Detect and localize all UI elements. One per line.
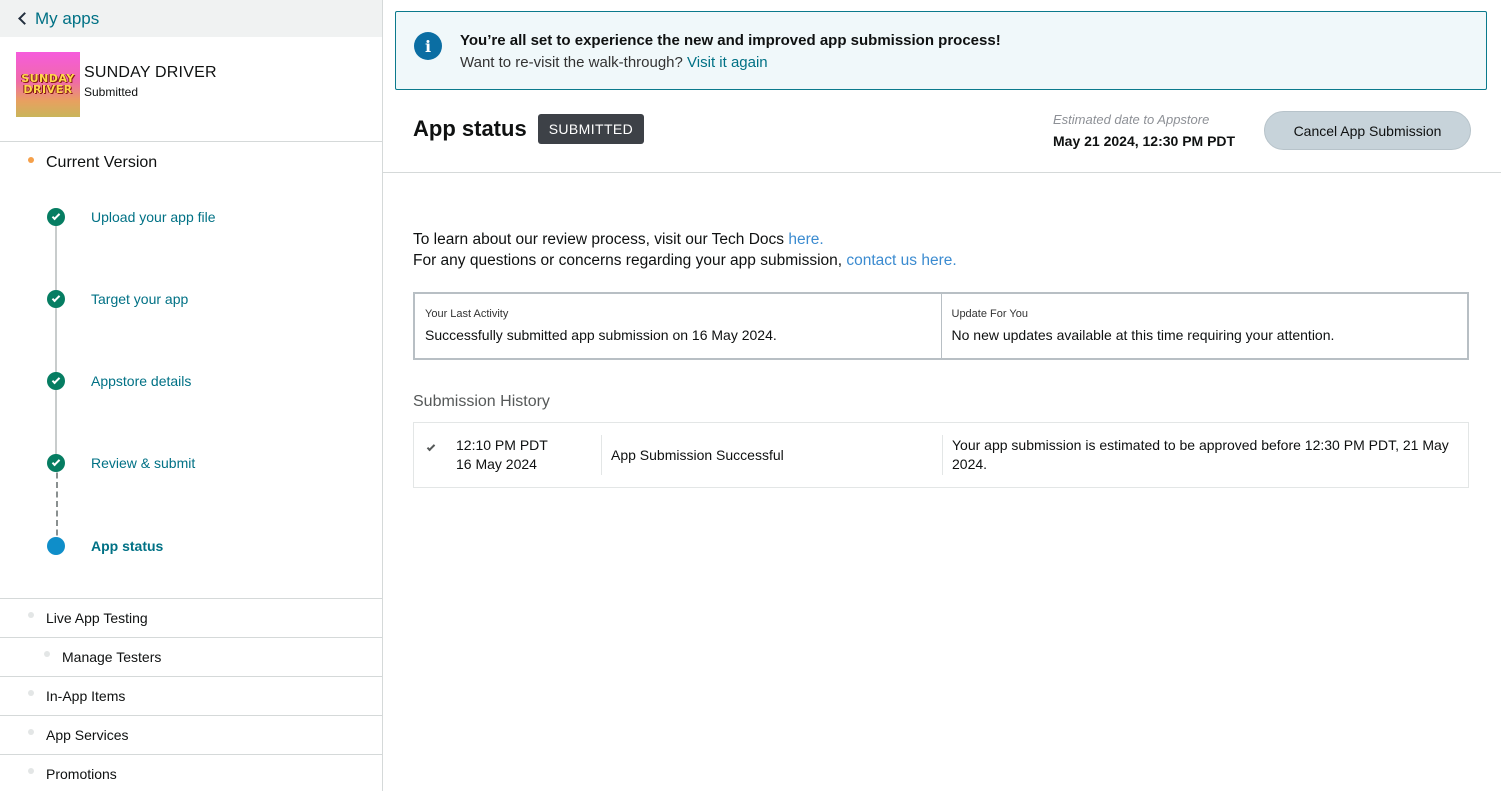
step-label: App status (91, 538, 164, 554)
step-connector-dashed (56, 463, 58, 545)
step-label: Appstore details (91, 373, 192, 389)
last-activity-cell: Your Last Activity Successfully submitte… (415, 294, 941, 358)
activity-panel: Your Last Activity Successfully submitte… (413, 292, 1469, 360)
check-icon (426, 442, 436, 452)
step-label: Upload your app file (91, 209, 216, 225)
review-info-line-1: To learn about our review process, visit… (413, 229, 957, 250)
page-title: App status (413, 116, 527, 141)
nav-dot-icon (28, 690, 34, 696)
banner-subtitle: Want to re-visit the walk-through? Visit… (460, 54, 768, 71)
step-active-dot-icon (47, 537, 65, 555)
sidebar-item-manage-testers[interactable]: Manage Testers (0, 637, 382, 676)
visit-again-link[interactable]: Visit it again (687, 54, 768, 71)
step-connector (55, 217, 57, 299)
app-icon: SUNDAY DRIVER (16, 52, 80, 117)
history-date: 16 May 2024 (456, 456, 537, 472)
step-label: Review & submit (91, 455, 196, 471)
nav-dot-icon (28, 768, 34, 774)
step-complete-check-icon (47, 372, 65, 390)
sidebar: My apps SUNDAY DRIVER SUNDAY DRIVER Subm… (0, 0, 383, 791)
current-version-label: Current Version (46, 154, 158, 171)
app-meta: SUNDAY DRIVER Submitted (84, 64, 217, 99)
status-header: App status SUBMITTED (413, 114, 645, 144)
estimated-date-value: May 21 2024, 12:30 PM PDT (1053, 133, 1236, 149)
info-icon: i (414, 32, 442, 60)
step-complete-check-icon (47, 208, 65, 226)
review-info-text: To learn about our review process, visit… (413, 229, 957, 271)
sidebar-item-promotions[interactable]: Promotions (0, 754, 382, 791)
sidebar-item-label: App Services (46, 727, 129, 743)
history-event: App Submission Successful (611, 447, 784, 463)
sidebar-item-in-app-items[interactable]: In-App Items (0, 676, 382, 715)
app-name: SUNDAY DRIVER (84, 63, 217, 81)
sidebar-item-label: Promotions (46, 766, 117, 782)
review-info-line-2: For any questions or concerns regarding … (413, 250, 957, 271)
sidebar-item-label: Live App Testing (46, 610, 148, 626)
contact-us-link[interactable]: contact us here. (846, 252, 956, 269)
step-connector (55, 381, 57, 463)
history-detail: Your app submission is estimated to be a… (952, 437, 1449, 472)
banner-subtitle-text: Want to re-visit the walk-through? (460, 54, 683, 71)
step-target-your-app[interactable]: Target your app (47, 289, 347, 309)
step-appstore-details[interactable]: Appstore details (47, 371, 347, 391)
update-for-you-label: Update For You (951, 308, 1028, 320)
tech-docs-link[interactable]: here. (788, 231, 823, 248)
app-card: SUNDAY DRIVER SUNDAY DRIVER Submitted (16, 52, 217, 117)
current-version-dot-icon (28, 157, 34, 163)
submission-history-title: Submission History (413, 393, 550, 410)
step-label: Target your app (91, 291, 189, 307)
step-connector (55, 299, 57, 381)
submission-history-row: 12:10 PM PDT 16 May 2024 App Submission … (413, 422, 1469, 488)
estimated-date: Estimated date to Appstore May 21 2024, … (1053, 112, 1235, 149)
last-activity-value: Successfully submitted app submission on… (425, 327, 777, 343)
review-info-text-1: To learn about our review process, visit… (413, 231, 789, 248)
step-complete-check-icon (47, 454, 65, 472)
column-divider (601, 435, 602, 475)
nav-dot-icon (28, 729, 34, 735)
step-review-submit[interactable]: Review & submit (47, 453, 347, 473)
step-app-status[interactable]: App status (47, 536, 347, 556)
status-badge: SUBMITTED (537, 114, 645, 144)
update-for-you-cell: Update For You No new updates available … (940, 294, 1468, 358)
sidebar-divider (0, 141, 382, 142)
current-version-header[interactable]: Current Version (28, 154, 157, 172)
main-divider (383, 172, 1501, 173)
info-banner: i You’re all set to experience the new a… (395, 11, 1487, 90)
estimated-date-label: Estimated date to Appstore (1053, 112, 1210, 127)
update-for-you-value: No new updates available at this time re… (951, 327, 1335, 343)
last-activity-label: Your Last Activity (425, 308, 509, 320)
sidebar-nav: Live App Testing Manage Testers In-App I… (0, 598, 382, 791)
cancel-app-submission-button[interactable]: Cancel App Submission (1264, 111, 1471, 150)
back-to-my-apps-link[interactable]: My apps (0, 0, 382, 37)
sidebar-item-label: Manage Testers (62, 649, 162, 665)
nav-dot-icon (44, 651, 50, 657)
history-timestamp: 12:10 PM PDT 16 May 2024 (456, 436, 548, 474)
app-icon-text-2: DRIVER (23, 83, 73, 96)
chevron-left-icon (18, 12, 31, 25)
nav-dot-icon (28, 612, 34, 618)
step-complete-check-icon (47, 290, 65, 308)
app-state: Submitted (84, 84, 139, 99)
sidebar-item-app-services[interactable]: App Services (0, 715, 382, 754)
history-time: 12:10 PM PDT (456, 437, 548, 453)
sidebar-item-live-app-testing[interactable]: Live App Testing (0, 598, 382, 637)
banner-title: You’re all set to experience the new and… (460, 32, 1001, 49)
column-divider (942, 435, 943, 475)
back-link-label: My apps (35, 8, 100, 28)
sidebar-item-label: In-App Items (46, 688, 126, 704)
review-info-text-2: For any questions or concerns regarding … (413, 252, 847, 269)
step-upload-app-file[interactable]: Upload your app file (47, 207, 347, 227)
